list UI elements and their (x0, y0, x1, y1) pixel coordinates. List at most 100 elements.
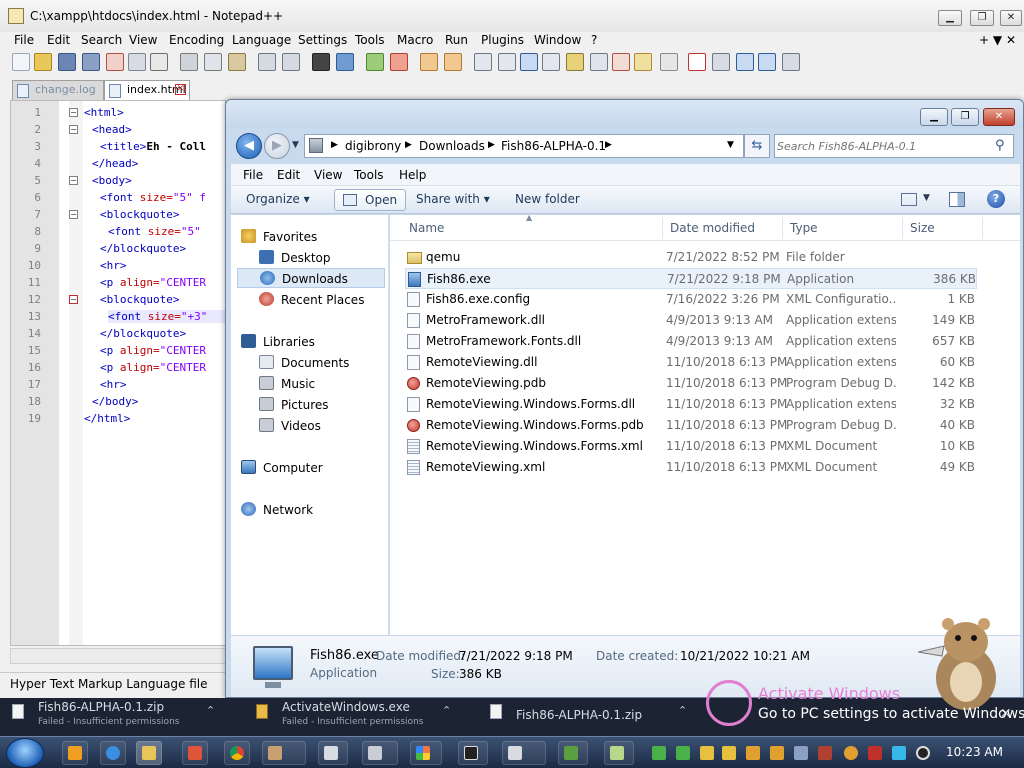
taskbar-explorer[interactable] (136, 741, 162, 765)
warning-icon[interactable] (700, 746, 714, 760)
save-all-icon[interactable] (82, 53, 100, 71)
sync-horizontal-icon[interactable] (444, 53, 462, 71)
help-icon[interactable]: ? (987, 190, 1005, 208)
volume-icon[interactable] (916, 746, 930, 760)
file-row[interactable]: Fish86.exe.config 7/16/2022 3:26 PM XML Co… (405, 289, 977, 310)
menu-macro[interactable]: Macro (397, 33, 433, 47)
paste-icon[interactable] (228, 53, 246, 71)
file-row[interactable]: RemoteViewing.dll 11/10/2018 6:13 PM Appli… (405, 352, 977, 373)
warning-icon[interactable] (722, 746, 736, 760)
close-icon[interactable]: ✕ (983, 108, 1015, 126)
menu-file[interactable]: File (243, 168, 263, 182)
close-all-icon[interactable] (128, 53, 146, 71)
column-type[interactable]: Type (790, 221, 818, 235)
fold-toggle-icon[interactable]: − (69, 210, 78, 219)
copy-icon[interactable] (204, 53, 222, 71)
recent-pages-caret-icon[interactable]: ▼ (292, 140, 299, 150)
code-line[interactable]: <html> (84, 106, 124, 119)
open-file-icon[interactable] (34, 53, 52, 71)
sync-vertical-icon[interactable] (420, 53, 438, 71)
word-wrap-icon[interactable] (474, 53, 492, 71)
shield-icon[interactable] (746, 746, 760, 760)
menu-search[interactable]: Search (81, 33, 122, 47)
menu-edit[interactable]: Edit (47, 33, 70, 47)
fold-toggle-icon[interactable]: − (69, 125, 78, 134)
save-macro-icon[interactable] (782, 53, 800, 71)
file-row[interactable]: RemoteViewing.xml 11/10/2018 6:13 PM XML D… (405, 457, 977, 478)
file-row[interactable]: MetroFramework.Fonts.dll 4/9/2013 9:13 AM… (405, 331, 977, 352)
code-line[interactable]: <font size="5" (108, 225, 201, 238)
checkmark-icon[interactable] (676, 746, 690, 760)
code-line[interactable]: <p align="CENTER (100, 361, 206, 374)
menu-help[interactable]: Help (399, 168, 426, 182)
chevron-up-icon[interactable]: ⌃ (678, 704, 687, 717)
code-line[interactable]: <blockquote> (100, 293, 179, 306)
code-line[interactable]: </html> (84, 412, 130, 425)
zoom-in-icon[interactable] (366, 53, 384, 71)
view-options-caret-icon[interactable]: ▼ (923, 193, 930, 203)
cut-icon[interactable] (180, 53, 198, 71)
taskbar-window[interactable] (318, 741, 348, 765)
user-language-icon[interactable] (542, 53, 560, 71)
download-item[interactable]: ActivateWindows.exe Failed - Insufficien… (244, 698, 472, 736)
taskbar-clock[interactable]: 10:23 AM (946, 745, 1003, 759)
print-icon[interactable] (150, 53, 168, 71)
save-icon[interactable] (58, 53, 76, 71)
close-file-icon[interactable] (106, 53, 124, 71)
taskbar-media-player[interactable] (62, 741, 88, 765)
tab-index-html[interactable]: index.html ✕ (104, 80, 190, 100)
maximize-icon[interactable]: ❐ (951, 108, 979, 126)
code-line[interactable]: <font size="+3" (108, 310, 225, 323)
monitor-icon[interactable] (892, 746, 906, 760)
breadcrumb-digibrony[interactable]: digibrony (345, 139, 401, 153)
taskbar-chrome[interactable] (224, 741, 250, 765)
taskbar-7zip[interactable] (458, 741, 488, 765)
chevron-up-icon[interactable]: ⌃ (206, 704, 215, 717)
monitoring-icon[interactable] (634, 53, 652, 71)
taskbar-notepadpp[interactable] (604, 741, 634, 765)
menu-settings[interactable]: Settings (298, 33, 347, 47)
menu-encoding[interactable]: Encoding (169, 33, 224, 47)
menu-help[interactable]: ? (591, 33, 597, 47)
folder-workspace-icon[interactable] (612, 53, 630, 71)
code-line[interactable]: </blockquote> (100, 242, 186, 255)
menu-tools[interactable]: Tools (355, 33, 385, 47)
show-all-chars-icon[interactable] (498, 53, 516, 71)
breadcrumb-separator-icon[interactable]: ▶ (488, 140, 495, 150)
taskbar-app[interactable] (182, 741, 208, 765)
chevron-up-icon[interactable]: ⌃ (442, 704, 451, 717)
code-line[interactable]: <font size="5" f (100, 191, 206, 204)
file-row[interactable]: RemoteViewing.Windows.Forms.pdb 11/10/201… (405, 415, 977, 436)
code-line[interactable]: <blockquote> (100, 208, 179, 221)
column-size[interactable]: Size (910, 221, 935, 235)
search-icon[interactable] (844, 746, 858, 760)
new-file-icon[interactable] (12, 53, 30, 71)
explorer-titlebar[interactable]: ▁ ❐ ✕ (226, 100, 1023, 128)
breadcrumb-separator-icon[interactable]: ▶ (605, 140, 612, 150)
menu-view[interactable]: View (129, 33, 157, 47)
maximize-icon[interactable]: ❐ (970, 10, 994, 26)
taskbar-window[interactable] (262, 741, 306, 765)
column-date-modified[interactable]: Date modified (670, 221, 755, 235)
play-macro-icon[interactable] (736, 53, 754, 71)
change-view-icon[interactable] (901, 193, 917, 206)
replace-icon[interactable] (336, 53, 354, 71)
refresh-icon[interactable]: ⇆ (744, 134, 770, 158)
column-separator[interactable] (782, 217, 783, 239)
preview-pane-icon[interactable] (949, 192, 965, 207)
breadcrumb-downloads[interactable]: Downloads (419, 139, 485, 153)
taskbar-internet-explorer[interactable] (100, 741, 126, 765)
undo-icon[interactable] (258, 53, 276, 71)
menu-run[interactable]: Run (445, 33, 468, 47)
code-line[interactable]: <p align="CENTER (100, 344, 206, 357)
function-list-icon[interactable] (590, 53, 608, 71)
notepadpp-titlebar[interactable]: C:\xampp\htdocs\index.html - Notepad++ ▁… (0, 0, 1024, 32)
file-row[interactable]: RemoteViewing.Windows.Forms.dll 11/10/201… (405, 394, 977, 415)
editor-horizontal-scrollbar[interactable] (10, 648, 226, 664)
find-icon[interactable] (312, 53, 330, 71)
search-box[interactable]: ⚲ (774, 134, 1014, 158)
open-button[interactable]: Open (334, 189, 406, 211)
address-dropdown-caret-icon[interactable]: ▼ (727, 140, 734, 150)
file-row[interactable]: qemu 7/21/2022 8:52 PM File folder (405, 247, 977, 268)
record-macro-icon[interactable] (688, 53, 706, 71)
